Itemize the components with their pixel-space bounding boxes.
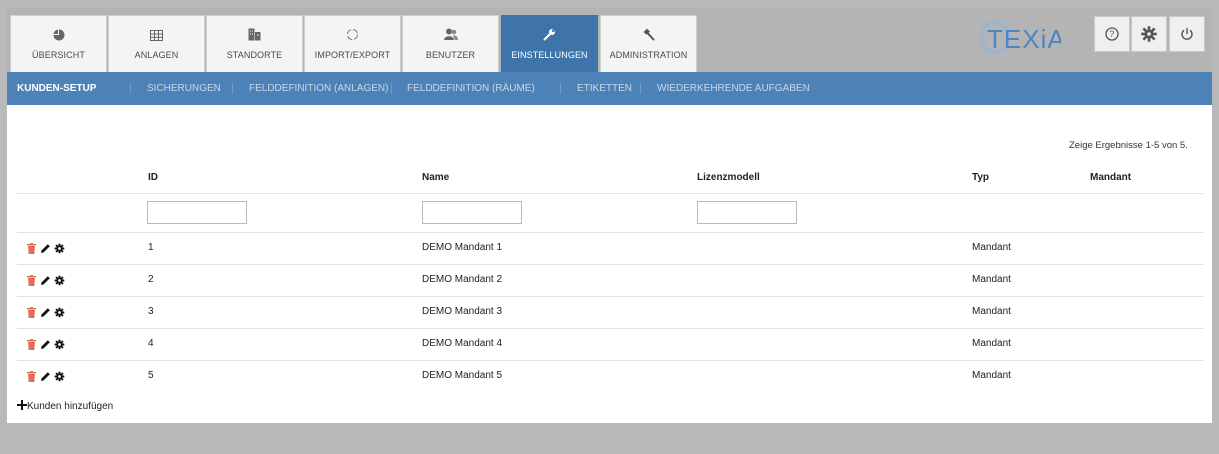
cell-name: DEMO Mandant 1 [422,242,503,253]
tab-administration[interactable]: ADMINISTRATION [600,15,697,72]
cell-name: DEMO Mandant 3 [422,306,503,317]
tab-einstellungen[interactable]: EINSTELLUNGEN [501,15,598,72]
cell-id: 3 [148,306,154,317]
cell-name: DEMO Mandant 2 [422,274,503,285]
add-customer-label: Kunden hinzufügen [27,401,114,412]
gear-icon [1141,26,1157,42]
gear-icon[interactable] [54,273,65,291]
divider [130,83,131,94]
trash-icon[interactable] [27,337,36,355]
add-customer-button[interactable]: Kunden hinzufügen [17,400,113,412]
pencil-icon[interactable] [40,337,51,355]
filter-id-input[interactable] [147,201,247,224]
trash-icon[interactable] [27,305,36,323]
divider [391,83,392,94]
subnav-sicherungen[interactable]: SICHERUNGEN [147,72,221,105]
pencil-icon[interactable] [40,369,51,387]
logout-button[interactable] [1169,16,1205,52]
top-navigation: ÜBERSICHT ANLAGEN STANDORTE IMPORT/EXPOR… [7,7,1212,72]
cell-typ: Mandant [972,338,1011,349]
users-icon [403,28,498,44]
tab-label: STANDORTE [226,50,283,60]
row-actions [27,273,75,287]
table-icon [109,28,204,44]
subnav-felddefinition-anlagen[interactable]: FELDDEFINITION (ANLAGEN) [249,72,388,105]
row-actions [27,241,75,255]
subnav-felddefinition-raeume[interactable]: FELDDEFINITION (RÄUME) [407,72,535,105]
divider [17,232,1204,233]
column-header-name[interactable]: Name [422,172,449,183]
tab-anlagen[interactable]: ANLAGEN [108,15,205,72]
settings-button[interactable] [1131,16,1167,52]
tab-uebersicht[interactable]: ÜBERSICHT [10,15,107,72]
divider [17,264,1204,265]
column-header-mandant[interactable]: Mandant [1090,172,1131,183]
cell-id: 5 [148,370,154,381]
row-actions [27,337,75,351]
cell-typ: Mandant [972,370,1011,381]
gear-icon[interactable] [54,241,65,259]
tab-label: IMPORT/EXPORT [314,50,391,60]
tab-label: ÜBERSICHT [32,50,85,60]
subnav-etiketten[interactable]: ETIKETTEN [577,72,632,105]
tab-label: ADMINISTRATION [609,50,688,60]
cell-typ: Mandant [972,242,1011,253]
row-actions [27,305,75,319]
logo-text: TEXiA [987,24,1061,54]
trash-icon[interactable] [27,369,36,387]
sub-navigation: KUNDEN-SETUP SICHERUNGEN FELDDEFINITION … [7,72,1212,105]
cell-name: DEMO Mandant 4 [422,338,503,349]
tab-label: BENUTZER [425,50,476,60]
texia-logo: TEXiA [979,17,1065,57]
pencil-icon[interactable] [40,305,51,323]
divider [560,83,561,94]
pie-chart-icon [11,28,106,44]
pencil-icon[interactable] [40,241,51,259]
help-icon: ? [1105,27,1119,41]
divider [232,83,233,94]
hammer-icon [601,28,696,44]
cell-typ: Mandant [972,274,1011,285]
divider [17,296,1204,297]
gear-icon[interactable] [54,369,65,387]
column-header-lizenzmodell[interactable]: Lizenzmodell [697,172,760,183]
tab-label: EINSTELLUNGEN [511,50,588,60]
gear-icon[interactable] [54,337,65,355]
results-summary: Zeige Ergebnisse 1-5 von 5. [1069,140,1188,151]
trash-icon[interactable] [27,241,36,259]
divider [17,193,1204,194]
divider [17,360,1204,361]
tab-standorte[interactable]: STANDORTE [206,15,303,72]
gear-icon[interactable] [54,305,65,323]
wrench-icon [502,28,597,44]
subnav-kunden-setup[interactable]: KUNDEN-SETUP [17,72,96,105]
svg-text:?: ? [1109,29,1114,39]
pencil-icon[interactable] [40,273,51,291]
tab-benutzer[interactable]: BENUTZER [402,15,499,72]
filter-name-input[interactable] [422,201,522,224]
cell-name: DEMO Mandant 5 [422,370,503,381]
power-icon [1181,28,1193,40]
cell-id: 2 [148,274,154,285]
cell-id: 1 [148,242,154,253]
refresh-circle-icon [305,28,400,44]
row-actions [27,369,75,383]
filter-lizenzmodell-input[interactable] [697,201,797,224]
help-button[interactable]: ? [1094,16,1130,52]
divider [640,83,641,94]
tab-import-export[interactable]: IMPORT/EXPORT [304,15,401,72]
cell-id: 4 [148,338,154,349]
column-header-typ[interactable]: Typ [972,172,989,183]
tab-label: ANLAGEN [134,50,179,60]
building-icon [207,28,302,44]
app-window: ÜBERSICHT ANLAGEN STANDORTE IMPORT/EXPOR… [7,7,1212,423]
subnav-wiederkehrende-aufgaben[interactable]: WIEDERKEHRENDE AUFGABEN [657,72,810,105]
plus-icon [17,400,27,410]
cell-typ: Mandant [972,306,1011,317]
trash-icon[interactable] [27,273,36,291]
column-header-id[interactable]: ID [148,172,158,183]
divider [17,328,1204,329]
